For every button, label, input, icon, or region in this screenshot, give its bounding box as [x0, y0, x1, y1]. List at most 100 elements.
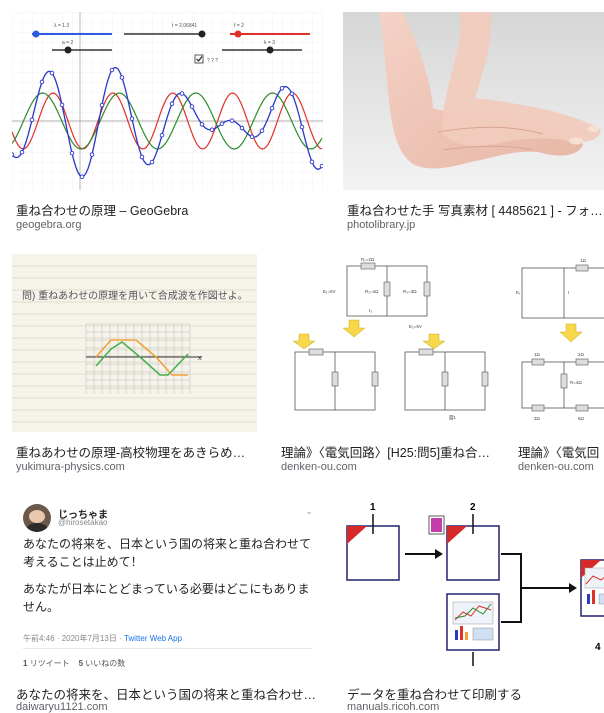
circuit-label: 1Ω [580, 258, 587, 263]
wave-sample-point [209, 127, 215, 132]
circuit-label: 6Ω [578, 416, 585, 421]
wave-sample-point [299, 124, 305, 130]
result-card-yukimura[interactable]: 問) 重ねあわせの原理を用いて合成波を作図せよ。 x 重ねあわせの原理-高校物理… [0, 240, 265, 480]
wave-sample-point [39, 79, 45, 85]
wave-sample-point [12, 152, 15, 157]
wave-plot: λ = 1.3 a = 2 t = 2.06841 f = 2 k = 3 ? … [12, 12, 323, 190]
circuit-diagram-image: 1Ω 1Ω 2Ω 3Ω 6Ω R=4Ω E₁ I [516, 258, 604, 421]
like-count: 5 [78, 659, 84, 668]
print-overlay-diagram: 1 2 3 [346, 502, 604, 666]
result-thumbnail-hands-photo[interactable] [343, 12, 604, 190]
result-card-hands-photo[interactable]: 重ね合わせた手 写真素材 [ 4485621 ] - フォ… photolibr… [330, 0, 604, 240]
slider-label: f = 2 [234, 23, 244, 29]
wave-sample-point [79, 174, 85, 179]
result-thumbnail-denken-2[interactable]: 1Ω 1Ω 2Ω 3Ω 6Ω R=4Ω E₁ I [514, 254, 604, 432]
wave-sample-point [139, 154, 145, 160]
tweet-body-line: あなたの将来を、日本という国の将来と重ね合わせて考えることは止めて！ [23, 537, 312, 569]
circuit-label: R₃=3Ω [403, 289, 417, 294]
result-title[interactable]: 重ね合わせの原理 – GeoGebra [16, 200, 316, 219]
slider-label: k = 3 [264, 40, 275, 46]
tweet-card: じっちゃま @hirosetakao ⌄ あなたの将来を、日本という国の将来と重… [12, 494, 323, 672]
tweet-timestamp: 午前4:46 · 2020年7月13日 · Twitter Web App [23, 633, 182, 644]
notebook-graph-image: 問) 重ねあわせの原理を用いて合成波を作図せよ。 x [12, 265, 257, 423]
wave-sample-point [269, 105, 275, 111]
circuit-label: 1Ω [534, 352, 541, 357]
wave-sample-point [169, 101, 175, 106]
wave-sample-point [229, 118, 235, 123]
result-domain: denken-ou.com [518, 461, 594, 473]
wave-sample-point [109, 67, 115, 73]
result-domain: photolibrary.jp [347, 219, 416, 231]
step-number: 4 [595, 642, 601, 653]
wave-sample-point [59, 102, 65, 108]
result-thumbnail-denken-1[interactable]: R₁=2Ω E₁=6V R₂=4Ω R₃=3Ω I₃ E₂=9V 図1 [277, 254, 495, 432]
circuit-label: E₁=6V [323, 289, 336, 294]
wave-sample-point [119, 75, 125, 80]
wave-sample-point [149, 159, 155, 165]
wave-sample-point [129, 116, 135, 121]
avatar [23, 504, 51, 532]
tweet-time: 午前4:46 · 2020年7月13日 · [23, 634, 124, 643]
wave-sample-point [309, 159, 315, 165]
notebook-handwriting: 問) 重ねあわせの原理を用いて合成波を作図せよ。 [22, 289, 248, 302]
hands-photo-image [343, 12, 604, 190]
retweet-label: リツイート [29, 659, 70, 668]
wave-sample-point [319, 163, 323, 169]
result-card-denken-1[interactable]: R₁=2Ω E₁=6V R₂=4Ω R₃=3Ω I₃ E₂=9V 図1 理論》〈… [265, 240, 503, 480]
svg-text:x: x [198, 355, 202, 362]
like-label: いいねの数 [85, 659, 126, 668]
slider-label: t = 2.06841 [172, 23, 197, 29]
circuit-label: I [568, 290, 569, 295]
tweet-client: Twitter Web App [123, 634, 183, 643]
result-card-tweet[interactable]: じっちゃま @hirosetakao ⌄ あなたの将来を、日本という国の将来と重… [0, 480, 330, 713]
circuit-label: 図1 [449, 415, 456, 421]
wave-sample-point [189, 104, 195, 109]
result-domain: manuals.ricoh.com [347, 701, 440, 713]
step-number: 1 [370, 502, 376, 513]
wave-sample-point [219, 121, 225, 126]
retweet-count: 1 [23, 659, 28, 668]
result-card-denken-2[interactable]: 1Ω 1Ω 2Ω 3Ω 6Ω R=4Ω E₁ I 理論》〈電気回 denken-… [503, 240, 604, 480]
result-title[interactable]: 理論》〈電気回 [518, 442, 604, 461]
result-card-geogebra[interactable]: λ = 1.3 a = 2 t = 2.06841 f = 2 k = 3 ? … [0, 0, 330, 240]
wave-sample-point [49, 70, 55, 76]
result-title[interactable]: 重ね合わせた手 写真素材 [ 4485621 ] - フォ… [347, 200, 604, 219]
wave-sample-point [239, 125, 245, 131]
tweet-stats: 1 リツイート 5 いいねの数 [23, 658, 125, 669]
wave-sample-point [69, 150, 75, 156]
result-title[interactable]: 理論》〈電気回路〉[H25:問5]重ね合… [281, 442, 499, 461]
result-title[interactable]: 重ねあわせの原理-高校物理をあきらめる… [16, 442, 254, 461]
result-thumbnail-ricoh[interactable]: 1 2 3 [343, 494, 604, 672]
wave-sample-point [279, 85, 285, 91]
result-domain: denken-ou.com [281, 461, 357, 473]
wave-sample-point [259, 128, 265, 133]
circuit-label: R₁=2Ω [361, 257, 375, 262]
wave-sample-point [89, 152, 95, 157]
wave-sample-point [99, 102, 105, 108]
wave-sample-point [29, 117, 35, 123]
wave-sample-point [19, 149, 25, 155]
result-thumbnail-tweet[interactable]: じっちゃま @hirosetakao ⌄ あなたの将来を、日本という国の将来と重… [12, 494, 323, 672]
result-domain: geogebra.org [16, 219, 82, 231]
wave-sample-point [289, 91, 295, 97]
tweet-body: あなたの将来を、日本という国の将来と重ね合わせて考えることは止めて！ あなたが日… [23, 535, 313, 616]
result-thumbnail-geogebra[interactable]: λ = 1.3 a = 2 t = 2.06841 f = 2 k = 3 ? … [12, 12, 323, 190]
result-domain: yukimura-physics.com [16, 461, 125, 473]
circuit-label: R=4Ω [570, 380, 582, 385]
wave-sample-point [179, 91, 185, 96]
step-number: 2 [470, 502, 476, 513]
tweet-body-line: あなたが日本にとどまっている必要はどこにもありません。 [23, 582, 310, 614]
circuit-label: 3Ω [534, 416, 541, 421]
circuit-label: I₃ [369, 308, 372, 313]
wave-sample-point [159, 132, 165, 138]
checkbox-label: ? ? ? [207, 58, 218, 64]
slider-label: λ = 1.3 [54, 23, 69, 29]
tweet-author-handle: @hirosetakao [58, 518, 108, 527]
result-domain: daiwaryu1121.com [16, 701, 108, 713]
circuit-label: 2Ω [578, 352, 585, 357]
result-card-ricoh[interactable]: 1 2 3 [330, 480, 604, 713]
circuit-label: E₂=9V [409, 324, 422, 329]
result-thumbnail-yukimura[interactable]: 問) 重ねあわせの原理を用いて合成波を作図せよ。 x [12, 254, 257, 432]
circuit-label: R₂=4Ω [365, 289, 379, 294]
circuit-diagram-image: R₁=2Ω E₁=6V R₂=4Ω R₃=3Ω I₃ E₂=9V 図1 [292, 257, 489, 421]
